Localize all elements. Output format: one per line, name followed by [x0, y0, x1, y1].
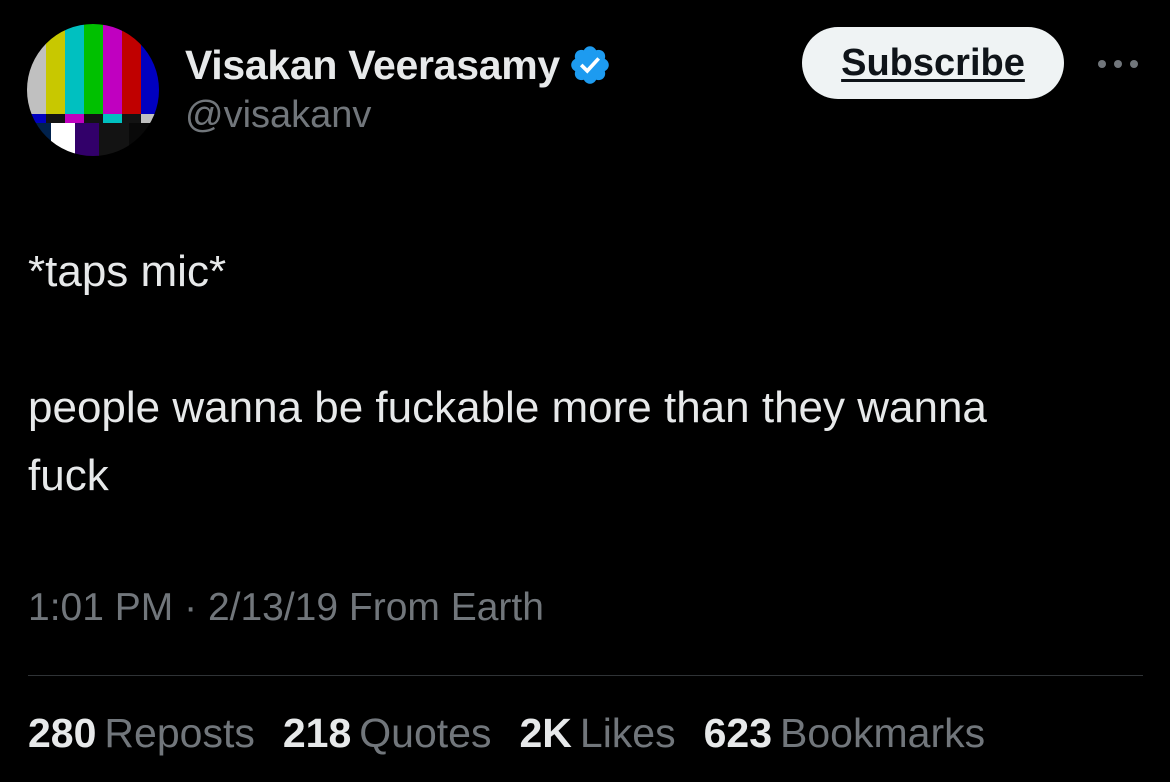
- meta-separator: ·: [184, 586, 198, 629]
- verified-badge-icon[interactable]: [568, 43, 612, 87]
- display-name[interactable]: Visakan Veerasamy: [185, 42, 560, 89]
- tweet-line-spacer: [28, 306, 1128, 374]
- tweet-source: From Earth: [348, 586, 544, 629]
- bookmarks-stat[interactable]: 623 Bookmarks: [704, 710, 985, 757]
- likes-count: 2K: [519, 710, 572, 756]
- subscribe-button[interactable]: Subscribe: [802, 27, 1064, 99]
- tweet-text: *taps mic* people wanna be fuckable more…: [28, 238, 1128, 510]
- author-name-row: Visakan Veerasamy: [185, 40, 612, 90]
- tweet-date[interactable]: 2/13/19: [208, 586, 338, 629]
- tweet-line-2: people wanna be fuckable more than they …: [28, 383, 987, 500]
- tweet-line-1: *taps mic*: [28, 247, 227, 296]
- reposts-label: Reposts: [104, 710, 255, 756]
- bookmarks-label: Bookmarks: [780, 710, 986, 756]
- likes-label: Likes: [579, 710, 676, 756]
- author-handle[interactable]: @visakanv: [185, 94, 371, 137]
- tweet-time[interactable]: 1:01 PM: [28, 586, 173, 629]
- quotes-stat[interactable]: 218 Quotes: [283, 710, 492, 757]
- bookmarks-count: 623: [703, 710, 773, 756]
- more-icon[interactable]: [1090, 50, 1146, 78]
- reposts-count: 280: [28, 710, 97, 756]
- avatar[interactable]: [27, 24, 159, 156]
- reposts-stat[interactable]: 280 Reposts: [28, 710, 255, 757]
- tweet-meta: 1:01 PM · 2/13/19 From Earth: [28, 586, 544, 630]
- tweet-stats: 280 Reposts 218 Quotes 2K Likes 623 Bookmark…: [28, 710, 985, 757]
- divider: [28, 675, 1143, 676]
- quotes-label: Quotes: [359, 710, 492, 756]
- quotes-count: 218: [282, 710, 352, 756]
- tv-color-bars-icon: [27, 24, 159, 156]
- likes-stat[interactable]: 2K Likes: [519, 710, 675, 757]
- tweet-card: Visakan Veerasamy @visakanv Subscribe *t…: [0, 0, 1170, 782]
